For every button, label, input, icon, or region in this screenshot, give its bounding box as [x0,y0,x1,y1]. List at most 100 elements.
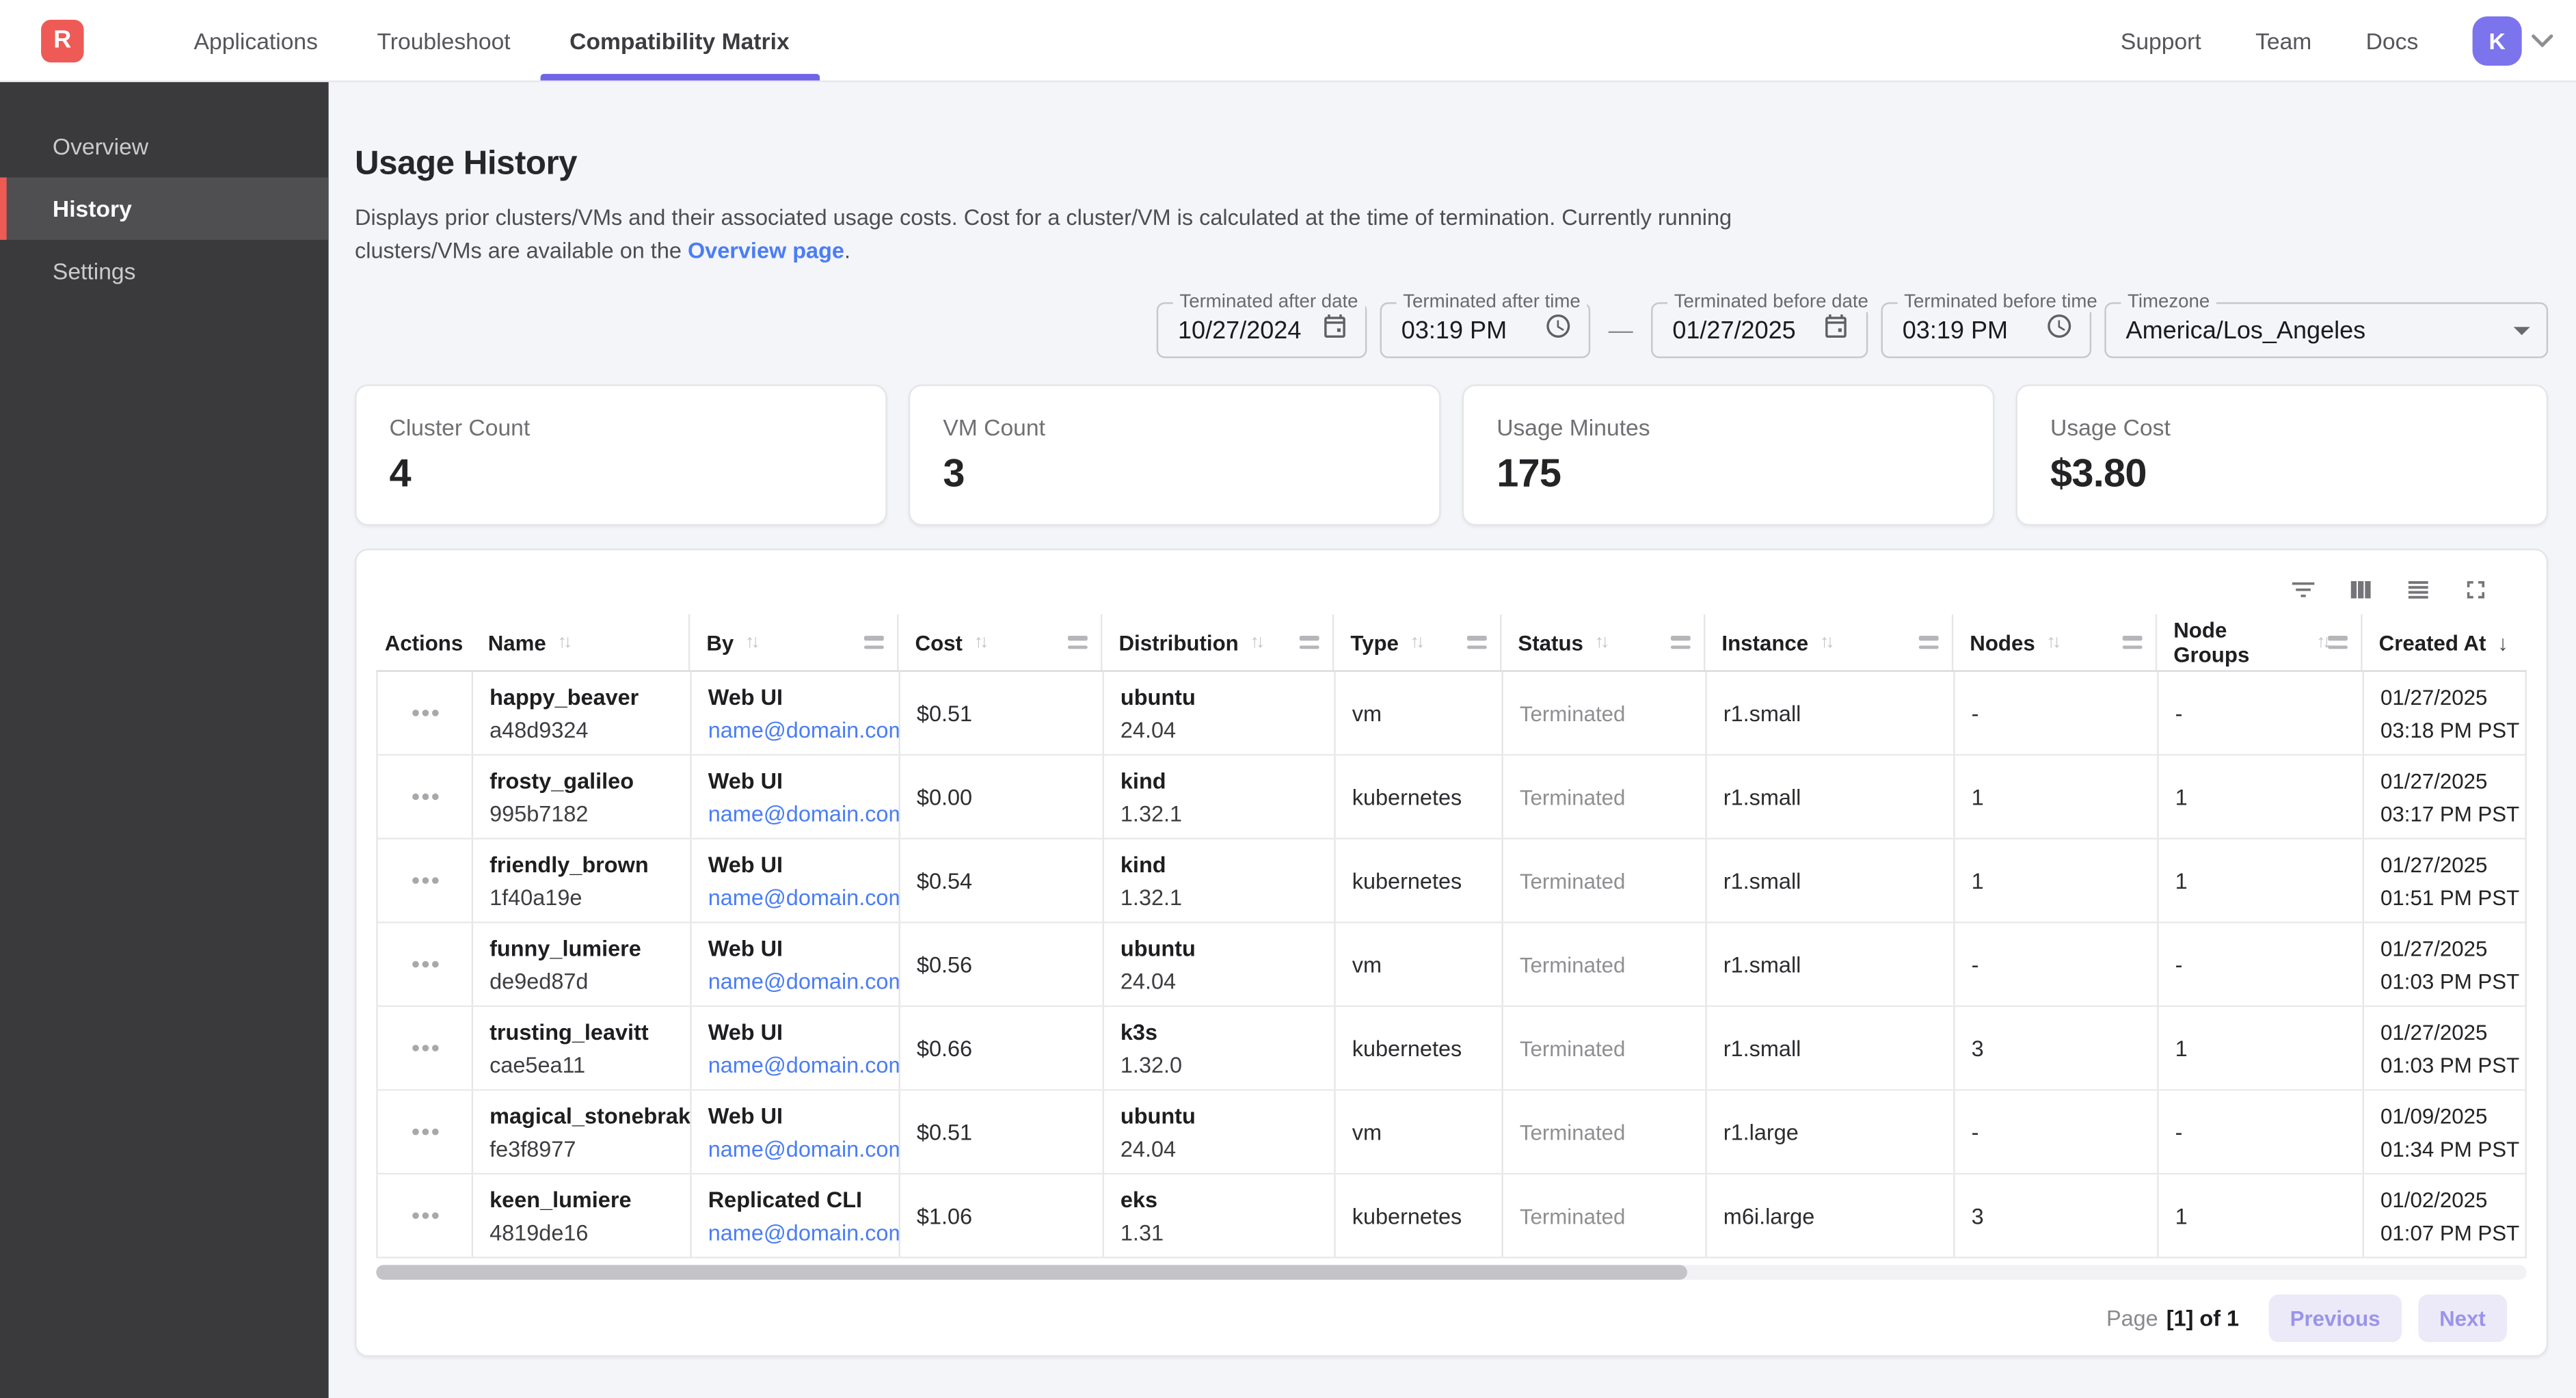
sort-icon[interactable] [745,632,757,652]
more-actions-icon[interactable] [421,961,428,968]
more-actions-icon[interactable] [421,794,428,801]
next-page-button[interactable]: Next [2418,1294,2507,1342]
calendar-icon[interactable] [1321,312,1349,349]
more-actions-icon[interactable] [421,878,428,885]
column-menu-icon[interactable] [1300,636,1319,649]
filter-icon[interactable] [2288,575,2318,604]
distribution-version: 1.32.1 [1121,885,1334,909]
select-arrow-icon[interactable] [2514,326,2530,334]
nodes-value: - [1972,701,2158,725]
created-by-email[interactable]: name@domain.com [708,885,899,909]
sort-icon[interactable] [558,632,569,652]
column-menu-icon[interactable] [1671,636,1691,649]
created-by-email[interactable]: name@domain.com [708,1220,899,1245]
table-row[interactable]: magical_stonebrakerfe3f8977 Web UIname@d… [376,1091,2527,1175]
nav-link-support[interactable]: Support [2121,27,2201,53]
nav-link-team[interactable]: Team [2255,27,2311,53]
status-badge: Terminated [1520,1036,1706,1060]
column-header-node-groups[interactable]: Node Groups [2157,615,2362,671]
created-by: Web UI [708,1019,899,1044]
clock-icon[interactable] [1544,312,1572,349]
terminated-before-time-field[interactable]: Terminated before time 03:19 PM [1881,302,2092,358]
sort-icon[interactable] [1820,632,1832,652]
row-actions-button[interactable] [378,756,473,838]
distribution-name: kind [1121,852,1334,876]
user-menu[interactable]: K [2473,16,2553,65]
table-row[interactable]: funny_lumierede9ed87d Web UIname@domain.… [376,924,2527,1008]
chevron-down-icon[interactable] [2532,25,2553,55]
created-by-email[interactable]: name@domain.com [708,717,899,742]
column-header-cost[interactable]: Cost [898,615,1102,671]
column-header-status[interactable]: Status [1501,615,1705,671]
column-menu-icon[interactable] [864,636,884,649]
sort-icon[interactable] [1410,632,1422,652]
column-menu-icon[interactable] [1919,636,1939,649]
tab-applications[interactable]: Applications [164,0,347,81]
sort-icon[interactable] [2316,632,2328,652]
distribution-version: 1.31 [1121,1220,1334,1245]
table-row[interactable]: trusting_leavittcae5ea11 Web UIname@doma… [376,1007,2527,1091]
table-row[interactable]: happy_beavera48d9324 Web UIname@domain.c… [376,672,2527,756]
tab-troubleshoot[interactable]: Troubleshoot [347,0,540,81]
row-actions-button[interactable] [378,672,473,754]
field-value: 03:19 PM [1903,317,2045,345]
sidebar-item-settings[interactable]: Settings [0,240,329,302]
column-header-distribution[interactable]: Distribution [1102,615,1334,671]
more-actions-icon[interactable] [421,710,428,716]
table-row[interactable]: frosty_galileo995b7182 Web UIname@domain… [376,756,2527,840]
terminated-after-time-field[interactable]: Terminated after time 03:19 PM [1380,302,1591,358]
table-row[interactable]: friendly_brown1f40a19e Web UIname@domain… [376,839,2527,924]
clock-icon[interactable] [2045,312,2074,349]
sidebar-item-label: Overview [53,133,148,159]
created-by-email[interactable]: name@domain.com [708,969,899,993]
overview-page-link[interactable]: Overview page [688,237,844,262]
created-by-email[interactable]: name@domain.com [708,1136,899,1161]
previous-page-button[interactable]: Previous [2268,1294,2401,1342]
row-actions-button[interactable] [378,839,473,922]
avatar[interactable]: K [2473,16,2522,65]
sidebar-item-history[interactable]: History [0,178,329,240]
density-icon[interactable] [2404,575,2433,604]
stat-card-usage-minutes: Usage Minutes 175 [1462,385,1995,526]
calendar-icon[interactable] [1822,312,1850,349]
more-actions-icon[interactable] [421,1213,428,1220]
more-actions-icon[interactable] [421,1129,428,1135]
more-actions-icon[interactable] [421,1045,428,1052]
sort-desc-icon[interactable] [2497,630,2508,655]
table-row[interactable]: keen_lumiere4819de16 Replicated CLIname@… [376,1174,2527,1259]
row-actions-button[interactable] [378,1174,473,1256]
sort-icon[interactable] [1595,632,1607,652]
sort-icon[interactable] [974,632,986,652]
column-header-created-at[interactable]: Created At [2363,615,2527,671]
row-actions-button[interactable] [378,1007,473,1089]
columns-icon[interactable] [2346,575,2376,604]
terminated-after-date-field[interactable]: Terminated after date 10/27/2024 [1157,302,1367,358]
replicated-logo[interactable]: R [41,19,83,62]
column-menu-icon[interactable] [2123,636,2143,649]
column-menu-icon[interactable] [1467,636,1487,649]
horizontal-scrollbar[interactable] [376,1265,2527,1280]
cluster-name: magical_stonebraker [489,1103,690,1128]
column-header-nodes[interactable]: Nodes [1953,615,2157,671]
fullscreen-icon[interactable] [2461,575,2491,604]
row-actions-button[interactable] [378,924,473,1006]
column-header-by[interactable]: By [690,615,898,671]
tab-compatibility-matrix[interactable]: Compatibility Matrix [540,0,819,81]
node-groups-value: - [2175,952,2363,977]
column-header-instance[interactable]: Instance [1705,615,1953,671]
created-by-email[interactable]: name@domain.com [708,801,899,826]
nav-link-docs[interactable]: Docs [2366,27,2419,53]
sort-icon[interactable] [1250,632,1262,652]
column-menu-icon[interactable] [1068,636,1088,649]
created-date: 01/02/2025 [2380,1187,2525,1212]
timezone-select[interactable]: Timezone America/Los_Angeles [2104,302,2548,358]
sidebar-item-overview[interactable]: Overview [0,115,329,177]
sort-icon[interactable] [2047,632,2058,652]
row-actions-button[interactable] [378,1091,473,1173]
column-header-type[interactable]: Type [1334,615,1501,671]
column-header-name[interactable]: Name [472,615,690,671]
terminated-before-date-field[interactable]: Terminated before date 01/27/2025 [1651,302,1868,358]
created-by-email[interactable]: name@domain.com [708,1052,899,1077]
column-menu-icon[interactable] [2328,636,2348,649]
scrollbar-thumb[interactable] [376,1265,1688,1280]
